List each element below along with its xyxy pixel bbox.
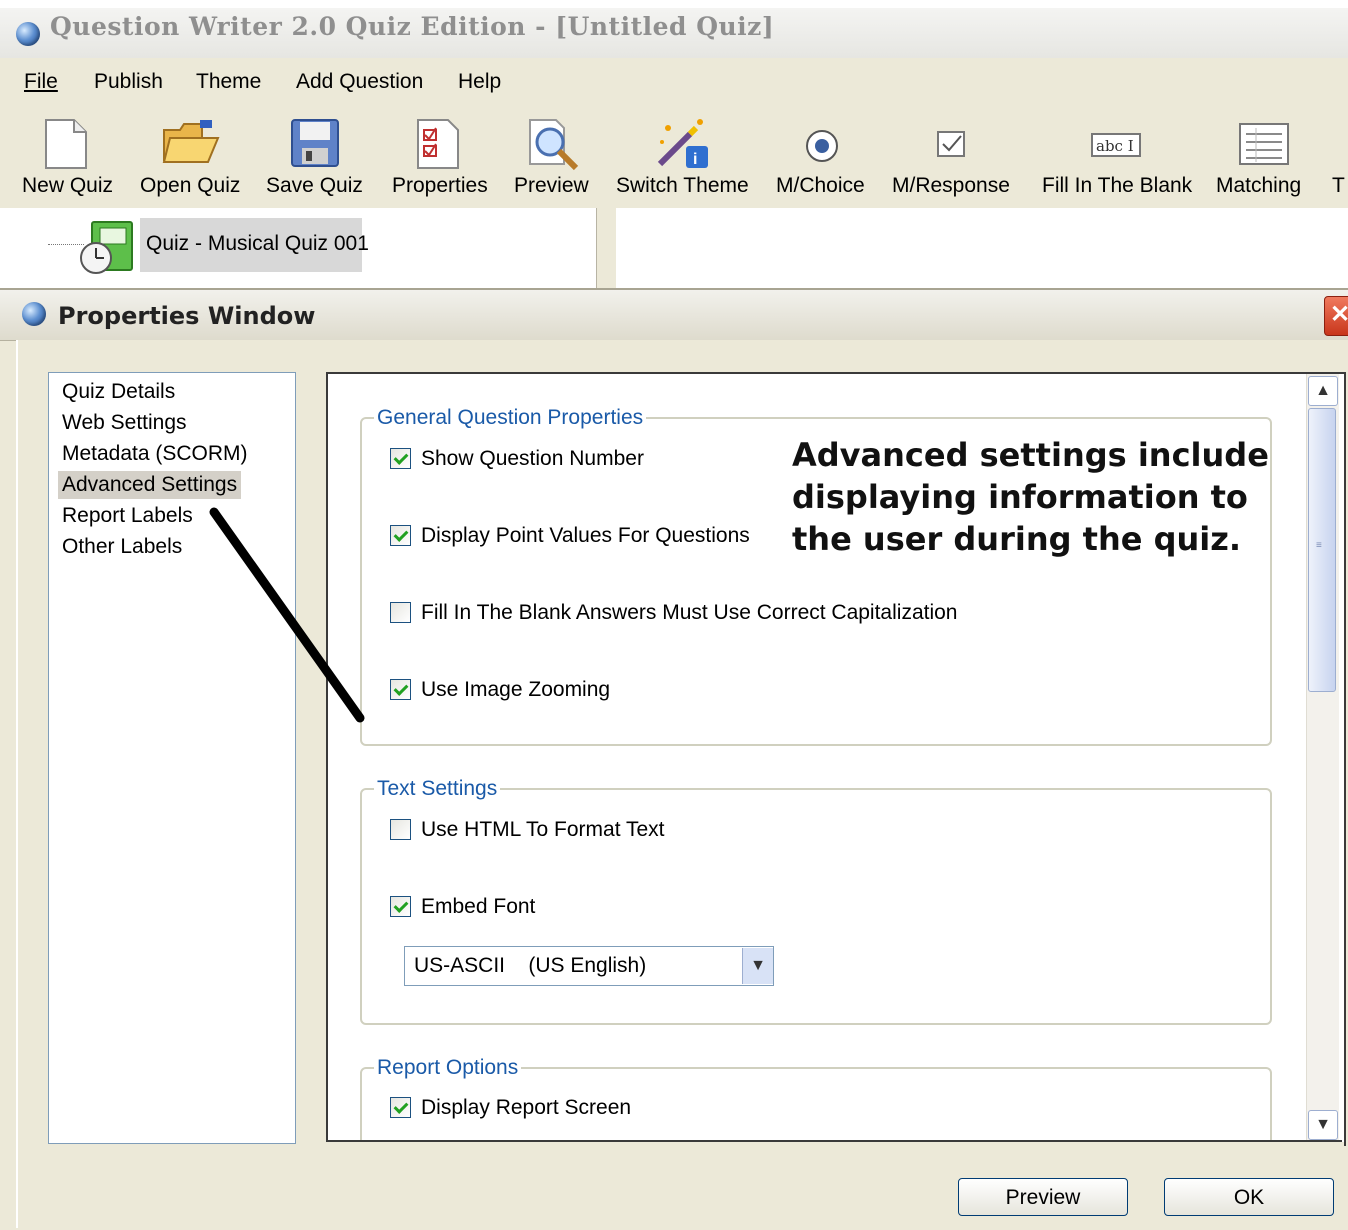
menu-file[interactable]: File xyxy=(24,70,58,94)
content-bottom-mask xyxy=(326,1142,1344,1182)
preview-button[interactable]: Preview xyxy=(512,108,596,208)
annotation-callout-text: Advanced settings include displaying inf… xyxy=(792,436,1269,558)
correct-capitalization-checkbox[interactable]: Fill In The Blank Answers Must Use Corre… xyxy=(390,601,957,625)
grip-icon: ≡ xyxy=(1316,540,1322,551)
annotation-arrow-line xyxy=(209,507,365,723)
save-quiz-button[interactable]: Save Quiz xyxy=(264,108,368,208)
app-globe-icon xyxy=(16,22,40,46)
nav-item-quiz-details[interactable]: Quiz Details xyxy=(58,378,179,406)
embed-font-checkbox[interactable]: Embed Font xyxy=(390,895,535,919)
checkbox-checked-icon[interactable] xyxy=(390,448,411,469)
quiz-book-clock-icon xyxy=(80,221,133,274)
scroll-down-icon[interactable]: ▼ xyxy=(1308,1110,1338,1140)
magic-wand-icon: i xyxy=(657,119,708,168)
checkbox-checked-icon[interactable] xyxy=(390,1097,411,1118)
toolbar-truncated-button[interactable]: T xyxy=(1332,174,1345,198)
chevron-down-icon[interactable]: ▼ xyxy=(742,948,773,984)
group-legend-general: General Question Properties xyxy=(374,406,647,430)
open-quiz-button[interactable]: Open Quiz xyxy=(138,108,242,208)
properties-checklist-icon xyxy=(417,119,459,169)
svg-text:abc I: abc I xyxy=(1096,137,1134,155)
ok-button[interactable]: OK xyxy=(1164,1178,1334,1216)
use-html-format-checkbox[interactable]: Use HTML To Format Text xyxy=(390,818,665,842)
dialog-globe-icon xyxy=(22,302,46,326)
switch-theme-button[interactable]: i Switch Theme xyxy=(614,108,754,208)
show-question-number-checkbox[interactable]: Show Question Number xyxy=(390,447,644,471)
scroll-up-icon[interactable]: ▲ xyxy=(1308,376,1338,406)
new-quiz-button[interactable]: New Quiz xyxy=(20,108,116,208)
display-point-values-checkbox[interactable]: Display Point Values For Questions xyxy=(390,524,750,548)
list-table-icon xyxy=(1239,123,1289,165)
nav-item-web-settings[interactable]: Web Settings xyxy=(58,409,191,437)
radio-button-icon xyxy=(806,130,838,162)
matching-button[interactable]: Matching xyxy=(1214,108,1314,208)
multiple-choice-button[interactable]: M/Choice xyxy=(774,108,874,208)
menu-help[interactable]: Help xyxy=(458,70,501,94)
checkbox-unchecked-icon[interactable] xyxy=(390,602,411,623)
floppy-disk-icon xyxy=(291,119,339,167)
preview-dialog-button[interactable]: Preview xyxy=(958,1178,1128,1216)
checkbox-checked-icon[interactable] xyxy=(390,525,411,546)
display-report-screen-checkbox[interactable]: Display Report Screen xyxy=(390,1096,631,1120)
text-field-icon: abc I xyxy=(1091,133,1141,157)
nav-item-advanced-settings[interactable]: Advanced Settings xyxy=(58,471,242,499)
fill-in-the-blank-button[interactable]: abc I Fill In The Blank xyxy=(1040,108,1194,208)
use-image-zooming-checkbox[interactable]: Use Image Zooming xyxy=(390,678,610,702)
group-legend-report: Report Options xyxy=(374,1056,522,1080)
open-folder-icon xyxy=(162,120,220,163)
magnifier-icon xyxy=(529,119,579,171)
nav-item-report-labels[interactable]: Report Labels xyxy=(58,502,197,530)
new-document-icon xyxy=(45,119,87,169)
svg-text:i: i xyxy=(693,151,697,168)
nav-item-other-labels[interactable]: Other Labels xyxy=(58,533,186,561)
properties-button[interactable]: Properties xyxy=(390,108,490,208)
checkbox-icon xyxy=(937,131,965,157)
close-icon[interactable]: ✕ xyxy=(1324,296,1348,336)
multiple-response-button[interactable]: M/Response xyxy=(890,108,1020,208)
character-set-value: US-ASCII (US English) xyxy=(414,954,647,977)
dialog-title: Properties Window xyxy=(58,302,316,330)
group-legend-text: Text Settings xyxy=(374,777,501,801)
menu-theme[interactable]: Theme xyxy=(196,70,261,94)
checkbox-unchecked-icon[interactable] xyxy=(390,819,411,840)
menu-publish[interactable]: Publish xyxy=(94,70,163,94)
nav-item-metadata-scorm[interactable]: Metadata (SCORM) xyxy=(58,440,252,468)
window-title: Question Writer 2.0 Quiz Edition - [Unti… xyxy=(50,12,775,41)
checkbox-checked-icon[interactable] xyxy=(390,896,411,917)
menu-add-question[interactable]: Add Question xyxy=(296,70,423,94)
content-bottom-border xyxy=(326,1140,1342,1142)
checkbox-checked-icon[interactable] xyxy=(390,679,411,700)
tree-node-label[interactable]: Quiz - Musical Quiz 001 xyxy=(146,232,369,256)
editor-strip xyxy=(616,208,1348,288)
